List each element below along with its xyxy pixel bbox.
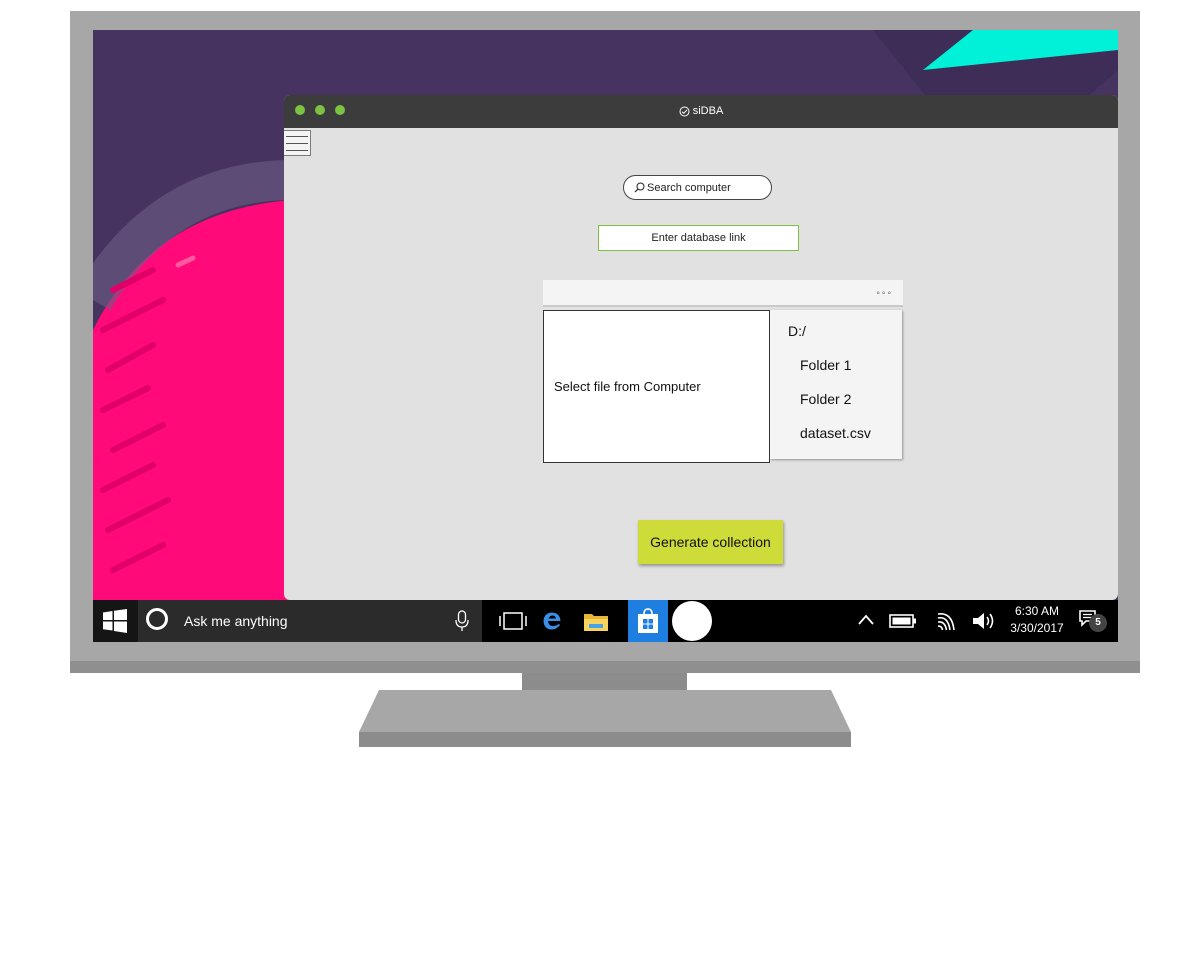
tree-item-folder-2[interactable]: Folder 2 bbox=[800, 391, 851, 407]
more-options-icon[interactable]: ◦◦◦ bbox=[876, 288, 893, 299]
app-title-text: siDBA bbox=[692, 105, 724, 117]
file-select-dropzone[interactable]: Select file from Computer bbox=[543, 310, 770, 463]
cortana-search-box[interactable]: Ask me anything bbox=[138, 600, 482, 642]
tree-item-folder-1[interactable]: Folder 1 bbox=[800, 357, 851, 373]
generate-collection-button[interactable]: Generate collection bbox=[638, 520, 783, 564]
tree-item-drive[interactable]: D:/ bbox=[788, 323, 806, 339]
pinned-app-button[interactable] bbox=[672, 601, 712, 641]
monitor-stand-foot bbox=[359, 732, 851, 747]
microphone-icon[interactable] bbox=[454, 610, 470, 632]
hamburger-menu-button[interactable] bbox=[284, 130, 311, 156]
app-window: siDBA Search computer Enter database lin… bbox=[284, 95, 1118, 600]
search-placeholder: Search computer bbox=[647, 182, 731, 194]
monitor-chin bbox=[70, 661, 1140, 673]
file-select-label: Select file from Computer bbox=[554, 379, 701, 394]
wifi-icon[interactable] bbox=[936, 610, 958, 632]
window-title: siDBA bbox=[284, 95, 1118, 128]
store-icon bbox=[638, 608, 658, 633]
clock-date[interactable]: 3/30/2017 bbox=[998, 621, 1076, 635]
cortana-icon bbox=[146, 608, 168, 630]
start-button[interactable] bbox=[93, 600, 138, 642]
cortana-placeholder: Ask me anything bbox=[184, 613, 288, 629]
menu-icon bbox=[286, 136, 308, 137]
taskbar: Ask me anything 6:30 AM 3/30/2017 5 bbox=[93, 600, 1118, 642]
battery-icon[interactable] bbox=[889, 613, 917, 629]
volume-icon[interactable] bbox=[972, 611, 996, 631]
task-view-icon[interactable] bbox=[498, 612, 528, 630]
file-tree-panel: D:/ Folder 1 Folder 2 dataset.csv bbox=[770, 310, 902, 459]
windows-start-icon bbox=[103, 609, 127, 633]
check-circle-icon bbox=[679, 106, 690, 117]
desktop-screen: siDBA Search computer Enter database lin… bbox=[93, 30, 1118, 642]
monitor-stand-base bbox=[359, 690, 851, 732]
edge-icon[interactable] bbox=[541, 610, 563, 632]
search-computer-input[interactable]: Search computer bbox=[623, 175, 772, 200]
tree-item-dataset-file[interactable]: dataset.csv bbox=[800, 425, 871, 441]
search-icon bbox=[634, 182, 645, 193]
notification-count-badge: 5 bbox=[1089, 614, 1107, 632]
file-explorer-icon[interactable] bbox=[583, 610, 609, 632]
chevron-up-icon[interactable] bbox=[857, 613, 875, 627]
store-app-button[interactable] bbox=[628, 600, 668, 642]
file-browser-header: ◦◦◦ bbox=[543, 280, 903, 307]
clock-time[interactable]: 6:30 AM bbox=[998, 604, 1076, 618]
database-link-input[interactable]: Enter database link bbox=[598, 225, 799, 251]
